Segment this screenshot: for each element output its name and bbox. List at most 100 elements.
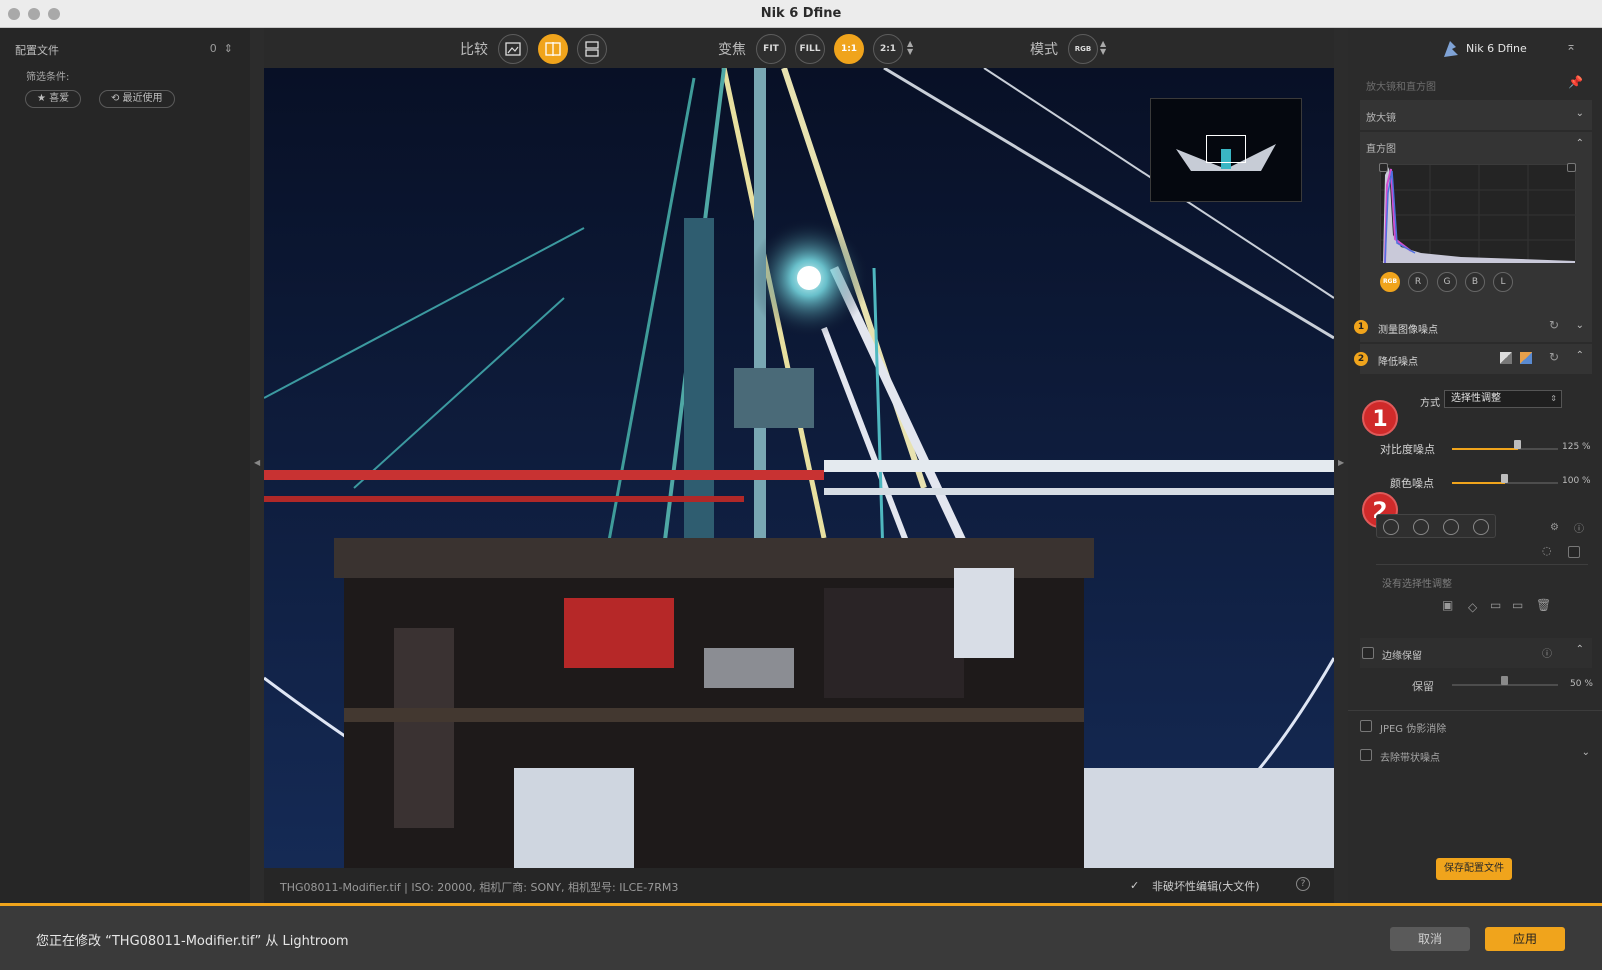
reset-icon[interactable]: ↻ [1549, 318, 1559, 332]
color-noise-value: 100 % [1562, 476, 1591, 486]
bottom-bar: 您正在修改 “THG08011-Modifier.tif” 从 Lightroo… [0, 903, 1602, 970]
single-view-icon [505, 42, 521, 56]
navigator-thumbnail[interactable] [1150, 98, 1302, 202]
callout-1: 1 [1362, 400, 1398, 436]
side-by-side-button[interactable] [577, 34, 607, 64]
zoom-1-1-button[interactable]: 1:1 [834, 34, 864, 64]
zoom-fill-button[interactable]: FILL [795, 34, 825, 64]
dotted-circle-icon[interactable]: ◌ [1542, 544, 1552, 557]
filter-label: 筛选条件: [26, 72, 70, 83]
chevron-up-icon[interactable]: ⌃ [1576, 138, 1584, 149]
zoom-2-1-button[interactable]: 2:1 [873, 34, 903, 64]
step1-section[interactable]: 1 测量图像噪点 ↻ ⌄ [1354, 312, 1592, 342]
eye-picker-icon[interactable] [1443, 519, 1459, 535]
highlight-clip-toggle[interactable] [1567, 163, 1576, 172]
apply-button[interactable]: 应用 [1485, 927, 1565, 951]
preserve-slider[interactable] [1501, 676, 1508, 685]
profiles-panel: 配置文件 0 ⇕ 筛选条件: ★ 喜爱 ⟲ 最近使用 [0, 28, 250, 903]
pin-icon[interactable]: 📌 [1568, 75, 1583, 89]
window-title: Nik 6 Dfine [760, 6, 842, 21]
compare-label: 比较 [460, 42, 488, 58]
single-view-button[interactable] [498, 34, 528, 64]
mode-label: 模式 [1030, 42, 1058, 58]
histogram-curve [1381, 165, 1577, 264]
method-select[interactable]: 选择性调整 ⇕ [1444, 390, 1562, 408]
navigator-viewport-frame[interactable] [1206, 135, 1246, 163]
shadow-clip-toggle[interactable] [1379, 163, 1388, 172]
file-info: THG08011-Modifier.tif | ISO: 20000, 相机厂商… [280, 881, 679, 894]
loupe-section[interactable]: 放大镜 ⌄ [1360, 100, 1592, 130]
collapse-panel-icon[interactable]: ⌅ [1566, 39, 1576, 53]
luminance-preview-icon[interactable] [1500, 352, 1512, 364]
channel-rgb-button[interactable]: RGB [1380, 272, 1400, 292]
help-icon[interactable]: ? [1296, 877, 1310, 891]
folder-add-icon[interactable]: ▭ [1490, 598, 1501, 612]
step2-section[interactable]: 2 降低噪点 ↻ ⌃ [1354, 344, 1592, 374]
edge-preserve-section[interactable]: 边缘保留 ⓘ ⌃ [1360, 638, 1592, 668]
folder-icon[interactable]: ▭ [1512, 598, 1523, 612]
reset-icon[interactable]: ↻ [1549, 350, 1559, 364]
collapse-left-icon: ◀ [254, 458, 261, 467]
jpeg-artifact-checkbox[interactable] [1360, 720, 1372, 732]
dfine-logo-icon [1444, 41, 1458, 57]
loupe-histogram-title: 放大镜和直方图 [1366, 82, 1436, 93]
contrast-noise-slider[interactable] [1514, 440, 1521, 449]
chevron-down-icon[interactable]: ⌄ [1576, 320, 1584, 331]
profiles-label: 配置文件 [15, 44, 59, 57]
zoom-window-button[interactable] [48, 8, 60, 20]
settings-icon[interactable]: ⚙ [1550, 522, 1559, 533]
step2-title: 降低噪点 [1378, 357, 1418, 368]
filter-favorites-button[interactable]: ★ 喜爱 [25, 90, 82, 108]
non-destructive-checkbox[interactable]: ✓ [1130, 879, 1142, 892]
color-preview-icon[interactable] [1520, 352, 1532, 364]
edge-preserve-checkbox[interactable] [1362, 647, 1374, 659]
minimize-window-button[interactable] [28, 8, 40, 20]
collapse-right-icon: ▶ [1338, 458, 1345, 467]
chevron-down-icon[interactable]: ⌄ [1582, 747, 1590, 758]
zoom-label: 变焦 [718, 42, 746, 58]
non-destructive-label: 非破坏性编辑(大文件) [1152, 880, 1260, 893]
debanding-checkbox[interactable] [1360, 749, 1372, 761]
channel-l-button[interactable]: L [1493, 272, 1513, 292]
brush-icon[interactable] [1413, 519, 1429, 535]
left-panel-toggle[interactable]: ◀ [250, 28, 264, 903]
split-view-icon [545, 42, 561, 56]
split-view-button[interactable] [538, 34, 568, 64]
control-point-icon[interactable] [1383, 519, 1399, 535]
right-panel-toggle[interactable]: ▶ [1334, 28, 1348, 903]
loupe-label: 放大镜 [1366, 113, 1396, 124]
histogram-chart [1379, 163, 1577, 264]
histogram-label: 直方图 [1366, 144, 1396, 155]
channel-r-button[interactable]: R [1408, 272, 1428, 292]
lasso-icon[interactable] [1473, 519, 1489, 535]
diamond-icon[interactable]: ◇ [1468, 600, 1477, 614]
trash-icon[interactable]: 🗑 [1536, 598, 1551, 612]
save-profile-button[interactable]: 保存配置文件 [1436, 858, 1512, 880]
chevron-up-icon[interactable]: ⌃ [1576, 644, 1584, 655]
mode-stepper-icon[interactable]: ▲ ▼ [1100, 40, 1106, 56]
profiles-count-stepper[interactable]: 0 ⇕ [210, 42, 233, 55]
zoom-fit-button[interactable]: FIT [756, 34, 786, 64]
zoom-stepper-icon[interactable]: ▲ ▼ [907, 40, 913, 56]
color-noise-slider[interactable] [1501, 474, 1508, 483]
selective-adjustments-list: 没有选择性调整 [1376, 564, 1588, 608]
show-mask-checkbox[interactable] [1568, 546, 1580, 558]
chevron-up-icon[interactable]: ⌃ [1576, 350, 1584, 361]
close-window-button[interactable] [8, 8, 20, 20]
preview-toolbar: 比较 变焦 FIT FILL 1:1 2:1 ▲ ▼ 模式 RGB ▲ ▼ [264, 28, 1334, 68]
step1-title: 测量图像噪点 [1378, 325, 1438, 336]
channel-g-button[interactable]: G [1437, 272, 1457, 292]
filter-recent-button[interactable]: ⟲ 最近使用 [99, 90, 175, 108]
debanding-label: 去除带状噪点 [1380, 753, 1440, 764]
help-icon[interactable]: ⓘ [1542, 645, 1552, 660]
edge-preserve-label: 边缘保留 [1382, 651, 1422, 662]
cancel-button[interactable]: 取消 [1390, 927, 1470, 951]
stacked-view-icon [585, 41, 599, 57]
mode-rgb-button[interactable]: RGB [1068, 34, 1098, 64]
no-selective-adjustments: 没有选择性调整 [1382, 579, 1452, 590]
channel-b-button[interactable]: B [1465, 272, 1485, 292]
help-icon[interactable]: ⓘ [1574, 520, 1584, 535]
contrast-noise-label: 对比度噪点 [1380, 443, 1435, 456]
edit-icon[interactable]: ▣ [1442, 598, 1453, 612]
title-bar: Nik 6 Dfine [0, 0, 1602, 28]
